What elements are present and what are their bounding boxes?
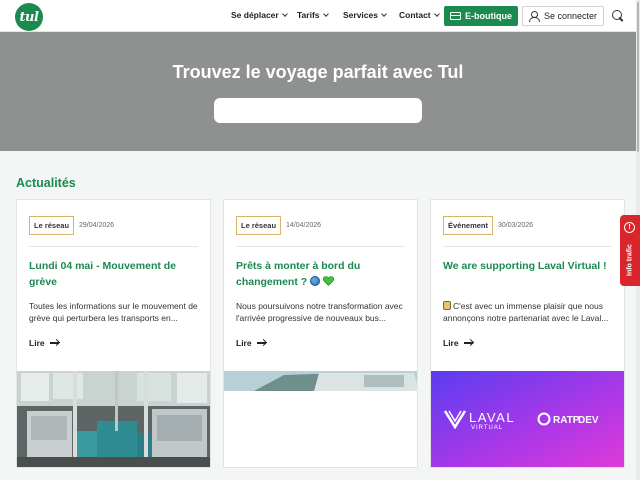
news-description: Toutes les informations sur le mouvement… — [29, 301, 198, 323]
journey-search-input[interactable] — [214, 98, 422, 123]
site-header: tul Se déplacer Tarifs Services Contact … — [0, 0, 640, 32]
arrow-right-icon — [463, 339, 474, 347]
news-card[interactable]: Le réseau 14/04/2026 Prêts à monter à bo… — [223, 199, 418, 468]
new-bus-photo — [224, 371, 417, 467]
eboutique-button[interactable]: E-boutique — [444, 6, 518, 26]
card-divider — [29, 246, 198, 247]
nav-se-deplacer[interactable]: Se déplacer — [231, 10, 288, 20]
news-section-title: Actualités — [16, 176, 76, 190]
nav-label: Tarifs — [297, 10, 320, 20]
category-tag: Événement — [443, 216, 494, 235]
chevron-down-icon — [433, 10, 440, 17]
alert-icon: ! — [624, 222, 635, 233]
svg-text:DEV: DEV — [578, 415, 599, 426]
news-card[interactable]: Le réseau 29/04/2026 Lundi 04 mai - Mouv… — [16, 199, 211, 468]
news-description-text: C'est avec un immense plaisir que nous a… — [443, 301, 609, 323]
category-tag: Le réseau — [29, 216, 75, 235]
news-title[interactable]: Prêts à monter à bord du changement ? — [236, 259, 405, 290]
category-tag: Le réseau — [236, 216, 282, 235]
news-date: 30/03/2026 — [498, 222, 534, 229]
nav-contact[interactable]: Contact — [399, 10, 440, 20]
read-more-link[interactable]: Lire — [443, 338, 474, 348]
login-button[interactable]: Se connecter — [522, 6, 604, 26]
read-label: Lire — [443, 338, 459, 348]
laval-virtual-banner: LAVAL VIRTUAL RATP DEV — [431, 371, 624, 467]
news-title[interactable]: We are supporting Laval Virtual ! — [443, 259, 612, 275]
nav-label: Se déplacer — [231, 10, 279, 20]
user-icon — [529, 11, 541, 22]
scrollbar-thumb[interactable] — [637, 2, 639, 152]
login-label: Se connecter — [543, 11, 598, 21]
arrow-right-icon — [256, 339, 267, 347]
read-label: Lire — [236, 338, 252, 348]
news-title-text: Prêts à monter à bord du changement ? — [236, 260, 361, 288]
arrow-right-icon — [49, 339, 60, 347]
news-description: Nous poursuivons notre transformation av… — [236, 301, 403, 323]
chevron-down-icon — [281, 10, 288, 17]
nav-label: Contact — [399, 10, 431, 20]
hero-banner: Trouvez le voyage parfait avec Tul — [0, 32, 636, 151]
news-title[interactable]: Lundi 04 mai - Mouvement de grève — [29, 259, 198, 290]
news-card[interactable]: Événement 30/03/2026 We are supporting L… — [430, 199, 625, 468]
svg-text:RATP: RATP — [553, 415, 580, 426]
news-description: C'est avec un immense plaisir que nous a… — [443, 301, 614, 324]
traffic-info-tab[interactable]: ! Info trafic — [620, 215, 640, 286]
chevron-down-icon — [381, 10, 387, 17]
bus-icon — [443, 301, 451, 310]
eboutique-label: E-boutique — [465, 11, 512, 21]
logo-text: tul — [19, 9, 39, 25]
read-more-link[interactable]: Lire — [236, 338, 267, 348]
read-label: Lire — [29, 338, 45, 348]
alert-glyph: ! — [628, 224, 631, 231]
news-date: 29/04/2026 — [79, 222, 115, 229]
chevron-down-icon — [322, 10, 329, 17]
card-divider — [443, 246, 612, 247]
search-icon[interactable] — [612, 10, 624, 22]
green-heart-icon — [323, 275, 335, 286]
hero-title: Trouvez le voyage parfait avec Tul — [172, 62, 464, 82]
svg-text:LAVAL: LAVAL — [469, 410, 515, 425]
tul-logo[interactable]: tul — [15, 3, 43, 31]
globe-icon — [310, 275, 321, 286]
card-divider — [236, 246, 405, 247]
nav-label: Services — [343, 10, 378, 20]
nav-services[interactable]: Services — [343, 10, 387, 20]
nav-tarifs[interactable]: Tarifs — [297, 10, 329, 20]
news-date: 14/04/2026 — [286, 222, 322, 229]
credit-card-icon — [450, 12, 461, 20]
svg-text:VIRTUAL: VIRTUAL — [471, 425, 503, 431]
traffic-info-label: Info trafic — [626, 244, 634, 276]
read-more-link[interactable]: Lire — [29, 338, 60, 348]
bus-interior-photo — [17, 371, 210, 467]
